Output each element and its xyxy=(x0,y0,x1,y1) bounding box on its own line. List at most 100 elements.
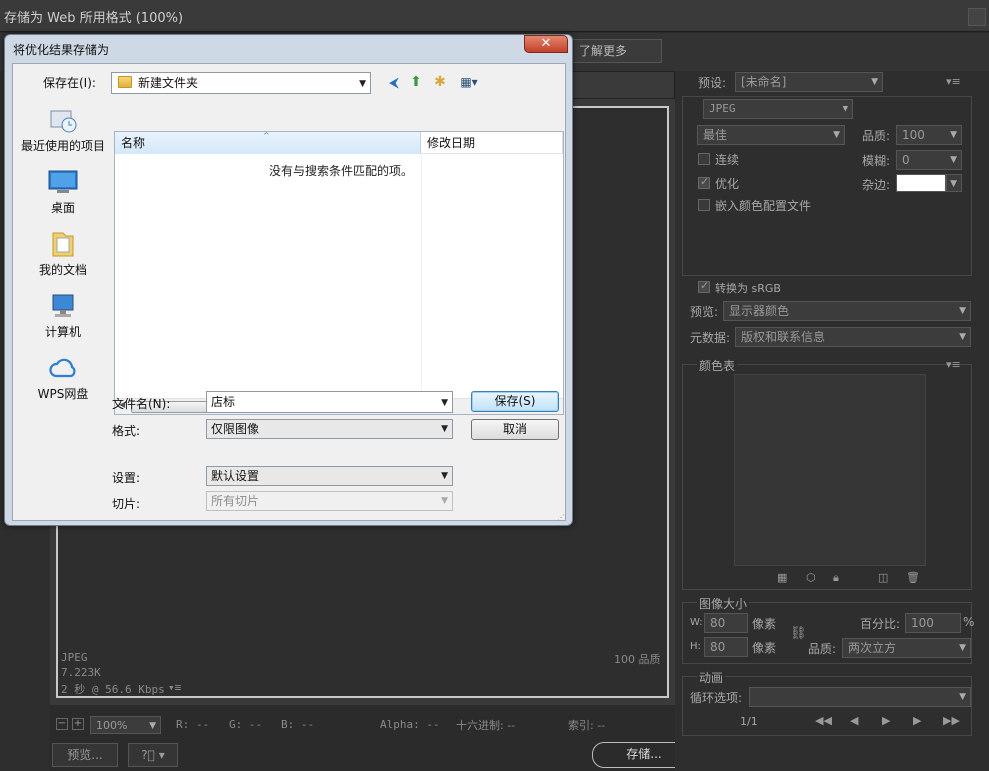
places-bar: 最近使用的项目 桌面 我的文档 计算机 WPS网盘 xyxy=(16,93,110,489)
chevron-down-icon: ▼ xyxy=(842,104,848,114)
filename-combo[interactable]: 店标 ▼ xyxy=(206,391,453,413)
column-header-name[interactable]: 名称 ^ xyxy=(115,131,421,154)
settings-combo[interactable]: 默认设置 ▼ xyxy=(206,466,453,486)
chevron-down-icon: ▼ xyxy=(871,77,878,87)
metadata-select[interactable]: 版权和联系信息 ▼ xyxy=(735,327,971,347)
save-in-combo[interactable]: 新建文件夹 ▼ xyxy=(111,72,371,94)
quality-input[interactable]: 100 ▼ xyxy=(896,125,962,145)
chevron-down-icon: ▼ xyxy=(149,721,156,731)
prev-frame-icon[interactable]: ◀ xyxy=(850,714,858,727)
metadata-value: 版权和联系信息 xyxy=(741,330,826,344)
new-folder-icon[interactable]: ✱ xyxy=(431,73,449,91)
empty-list-message: 没有与搜索条件匹配的项。 xyxy=(269,164,414,178)
ps-window-close-button[interactable] xyxy=(968,8,986,26)
quality-label: 品质: xyxy=(862,129,891,143)
preview-in-browser-button[interactable]: 预览... xyxy=(52,743,118,767)
place-wps-cloud[interactable]: WPS网盘 xyxy=(16,349,110,411)
chevron-down-icon: ▼ xyxy=(441,424,448,434)
desktop-icon xyxy=(48,170,78,193)
save-dialog: 将优化结果存储为 ✕ 保存在(I): 新建文件夹 ▼ ⮜ ⬆ ✱ ▦▾ 最近使用… xyxy=(4,34,573,526)
up-folder-icon[interactable]: ⬆ xyxy=(407,73,425,91)
percent-input[interactable]: 100 xyxy=(905,613,961,633)
web-snap-icon[interactable]: ⬡ xyxy=(806,571,816,584)
loop-select[interactable]: ▼ xyxy=(749,687,971,707)
preview-download-speed: 2 秒 @ 56.6 Kbps xyxy=(61,683,165,696)
column-name-label: 名称 xyxy=(121,136,146,150)
width-input[interactable]: 80 xyxy=(704,613,748,633)
preview-file-size: 7.223K xyxy=(61,666,101,679)
slices-combo: 所有切片 ▼ xyxy=(206,491,453,511)
format-combo[interactable]: 仅限图像 ▼ xyxy=(206,419,453,439)
optimized-checkbox[interactable] xyxy=(698,175,710,189)
dialog-cancel-button[interactable]: 取消 xyxy=(471,419,559,440)
chevron-down-icon: ▼ xyxy=(959,332,966,342)
save-button[interactable]: 保存(S) xyxy=(471,391,559,412)
trash-icon[interactable]: 🗑︎ xyxy=(906,571,920,584)
height-input[interactable]: 80 xyxy=(704,637,748,657)
status-alpha: Alpha: -- xyxy=(380,718,440,731)
save-in-label: 保存在(I): xyxy=(43,76,96,90)
slices-value: 所有切片 xyxy=(211,494,260,508)
preview-speed-menu-icon[interactable]: ▾≡ xyxy=(168,681,181,694)
lock-icon[interactable]: 🔒︎ xyxy=(833,571,839,585)
matte-color-swatch[interactable] xyxy=(896,174,946,192)
progressive-checkbox[interactable] xyxy=(698,153,710,165)
next-frame-icon[interactable]: ▶ xyxy=(913,714,921,727)
percent-unit: % xyxy=(963,615,975,629)
preset-select[interactable]: [未命名] ▼ xyxy=(735,72,883,92)
link-chain-icon[interactable]: ⛓︎ xyxy=(790,626,807,641)
cloud-icon xyxy=(49,358,76,378)
quality-preset-select[interactable]: 最佳 ▼ xyxy=(697,125,845,145)
status-blue: B: -- xyxy=(281,718,315,731)
height-label: H: xyxy=(690,641,701,652)
chevron-down-icon: ▼ xyxy=(441,496,448,506)
last-frame-icon[interactable]: ▶▶ xyxy=(943,714,960,727)
dialog-close-button[interactable]: ✕ xyxy=(524,35,568,53)
settings-label: 设置: xyxy=(112,471,141,485)
browser-select-button[interactable]: ?⃝ ▾ xyxy=(128,743,178,767)
sort-ascending-icon: ^ xyxy=(263,131,270,140)
dialog-title: 将优化结果存储为 xyxy=(13,43,110,57)
width-unit: 像素 xyxy=(752,617,777,631)
preview-color-select[interactable]: 显示器颜色 ▼ xyxy=(723,301,971,321)
embed-profile-checkbox[interactable] xyxy=(698,199,710,211)
view-menu-icon[interactable]: ▦▾ xyxy=(455,73,483,91)
place-recent[interactable]: 最近使用的项目 xyxy=(16,101,110,163)
convert-srgb-checkbox[interactable] xyxy=(698,279,710,293)
zoom-out-button[interactable]: − xyxy=(56,718,68,730)
map-color-icon[interactable]: ▦ xyxy=(777,571,787,584)
blur-input[interactable]: 0 ▼ xyxy=(896,150,962,170)
file-format-value: JPEG xyxy=(709,102,736,115)
color-table[interactable] xyxy=(734,374,926,566)
chevron-down-icon: ▼ xyxy=(950,155,957,165)
status-green: G: -- xyxy=(229,718,263,731)
chevron-down-icon: ▾ xyxy=(158,748,165,762)
resample-select[interactable]: 两次立方 ▼ xyxy=(842,638,971,658)
first-frame-icon[interactable]: ◀◀ xyxy=(815,714,832,727)
zoom-in-button[interactable]: + xyxy=(72,718,84,730)
chevron-down-icon: ▼ xyxy=(959,692,966,702)
help-icon: ?⃝ xyxy=(141,748,155,762)
resize-grip-icon[interactable]: ⋰ xyxy=(557,513,567,523)
play-icon[interactable]: ▶ xyxy=(882,714,890,727)
file-list[interactable]: 名称^ 修改日期 没有与搜索条件匹配的项。 ◀ ||| ▶ xyxy=(114,131,564,415)
new-color-icon[interactable]: ◫ xyxy=(878,571,888,584)
recent-items-icon xyxy=(50,110,77,133)
matte-label: 杂边: xyxy=(862,178,891,192)
file-format-select[interactable]: JPEG ▼ xyxy=(703,99,853,119)
chevron-down-icon: ▼ xyxy=(959,306,966,316)
metadata-label: 元数据: xyxy=(690,331,731,345)
matte-select[interactable]: ▼ xyxy=(946,174,962,192)
place-documents[interactable]: 我的文档 xyxy=(16,225,110,287)
progressive-label: 连续 xyxy=(715,153,740,167)
place-computer[interactable]: 计算机 xyxy=(16,287,110,349)
chevron-down-icon: ▼ xyxy=(359,79,366,89)
chevron-down-icon: ▼ xyxy=(950,179,957,189)
learn-more-button[interactable]: 了解更多 xyxy=(572,39,662,63)
color-table-menu-icon[interactable]: ▾≡ xyxy=(946,358,961,371)
zoom-level-select[interactable]: 100% ▼ xyxy=(90,716,161,734)
panel-menu-icon[interactable]: ▾≡ xyxy=(946,75,961,88)
column-header-date[interactable]: 修改日期 xyxy=(421,132,563,154)
back-arrow-icon[interactable]: ⮜ xyxy=(385,74,403,92)
place-desktop[interactable]: 桌面 xyxy=(16,163,110,225)
